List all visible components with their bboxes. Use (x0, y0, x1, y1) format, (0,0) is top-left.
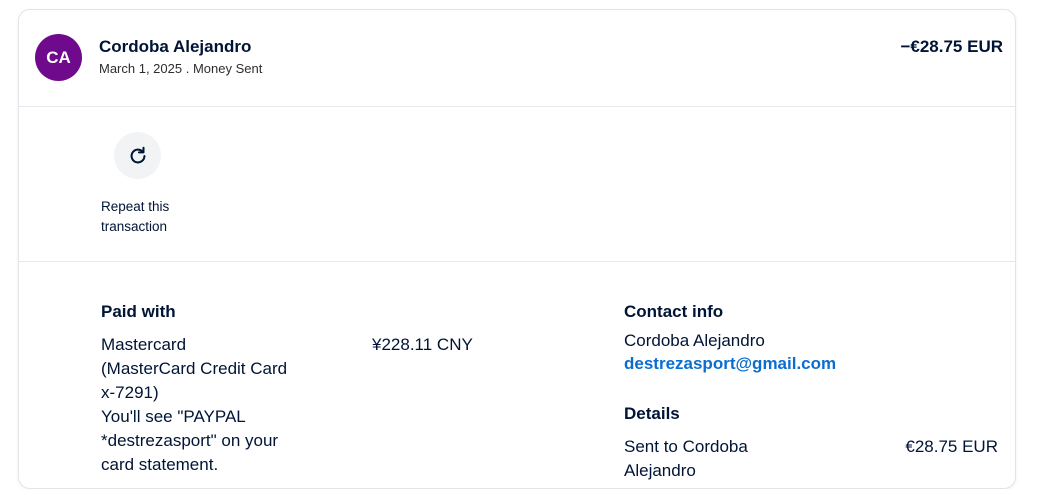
payment-method-line-2: (MasterCard Credit Card (101, 359, 288, 378)
transaction-actions: Repeat this transaction (19, 107, 1015, 262)
repeat-transaction-label[interactable]: Repeat this transaction (101, 197, 211, 237)
statement-note-line-2: *destrezasport" on your (101, 431, 279, 450)
details-title: Details (624, 404, 680, 423)
contact-email-link[interactable]: destrezasport@gmail.com (624, 354, 836, 374)
sent-to-line-1: Sent to Cordoba (624, 437, 748, 456)
sent-to-line-2: Alejandro (624, 461, 696, 480)
transaction-amount: −€28.75 EUR (900, 37, 1003, 56)
contact-info-title: Contact info (624, 302, 724, 321)
transaction-header: CA Cordoba Alejandro March 1, 2025 . Mon… (19, 10, 1015, 107)
statement-note-line-1: You'll see "PAYPAL (101, 407, 246, 426)
paid-with-title: Paid with (101, 302, 176, 321)
details-amount: €28.75 EUR (905, 437, 998, 456)
refresh-icon (130, 146, 145, 163)
recipient-name: Cordoba Alejandro (99, 37, 252, 56)
payment-method-line-3: x-7291) (101, 383, 159, 402)
transaction-card: CA Cordoba Alejandro March 1, 2025 . Mon… (18, 9, 1016, 489)
avatar: CA (35, 34, 82, 81)
repeat-transaction-button[interactable] (114, 132, 161, 179)
transaction-date-type: March 1, 2025 . Money Sent (99, 61, 263, 76)
statement-note-line-3: card statement. (101, 455, 219, 474)
paid-amount: ¥228.11 CNY (372, 335, 473, 354)
contact-name: Cordoba Alejandro (624, 331, 765, 350)
payment-method-line-1: Mastercard (101, 335, 187, 354)
